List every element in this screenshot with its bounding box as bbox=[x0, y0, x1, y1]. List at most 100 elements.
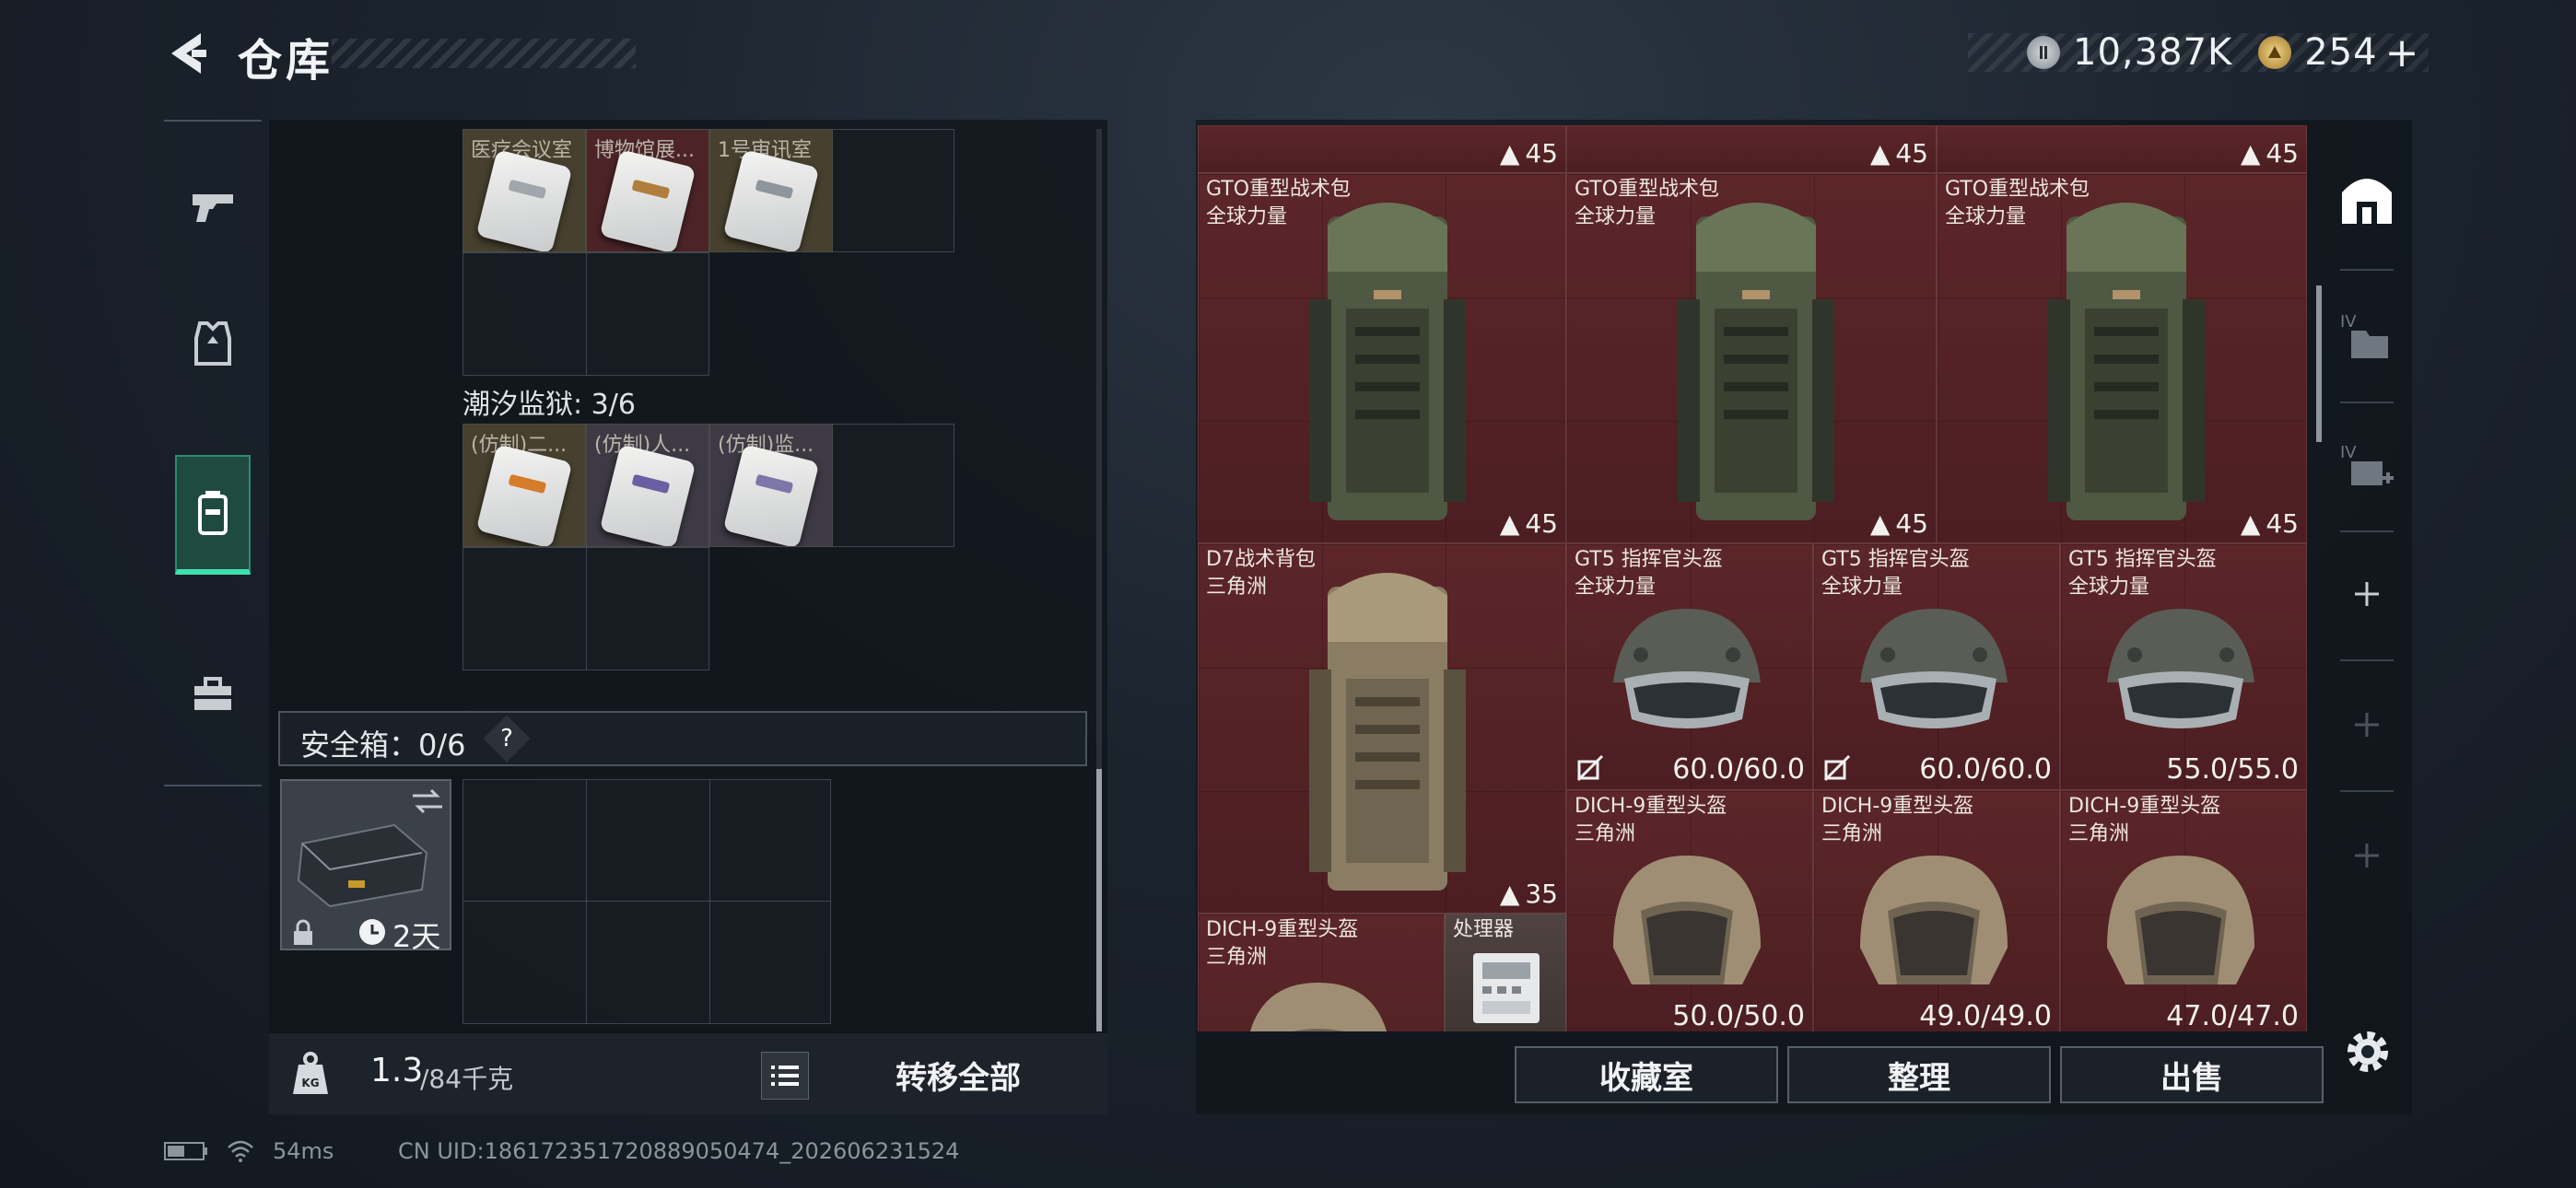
helmet-item[interactable]: DICH-9重型头盔 三角洲 bbox=[1198, 914, 1445, 1031]
backpack-item[interactable]: GTO重型战术包 全球力量 ▲ 45 bbox=[1937, 173, 2307, 543]
transfer-all-button[interactable]: 转移全部 bbox=[829, 1046, 1087, 1103]
count-icon: ▲ bbox=[2240, 508, 2261, 539]
category-sidebar bbox=[164, 120, 262, 786]
weight-kg-icon: KG bbox=[293, 1052, 328, 1094]
count-icon: ▲ bbox=[1499, 508, 1520, 539]
back-button[interactable] bbox=[164, 28, 210, 79]
keycard-icon bbox=[722, 149, 820, 251]
nav-armor[interactable] bbox=[175, 284, 251, 403]
helmet-item[interactable]: GT5 指挥官头盔 全球力量 60.0/60.0 bbox=[1813, 543, 2060, 790]
keycard-icon bbox=[475, 149, 573, 251]
tab-stash-2[interactable]: IV bbox=[2322, 276, 2412, 396]
grid-divider bbox=[463, 901, 831, 902]
weight-max: /84千克 bbox=[420, 1064, 514, 1094]
expand-iv-icon: IV bbox=[2340, 443, 2394, 485]
currency-bar: 10,387K 254 + bbox=[1968, 29, 2429, 76]
pistol-icon bbox=[193, 194, 233, 222]
keycard-icon bbox=[722, 444, 820, 546]
helmet-item[interactable]: DICH-9重型头盔 三角洲 47.0/47.0 bbox=[2060, 790, 2307, 1031]
d7-backpack-icon bbox=[1309, 573, 1466, 891]
backpack-item[interactable]: D7战术背包 三角洲 ▲ 35 bbox=[1198, 543, 1566, 914]
settings-button[interactable] bbox=[2340, 1024, 2395, 1079]
left-scrollbar-thumb[interactable] bbox=[1096, 769, 1102, 1031]
grid-divider bbox=[586, 779, 587, 1024]
back-arrow-icon bbox=[171, 33, 206, 74]
uid-label: CN UID:18617235172088905047​4_2026062315… bbox=[398, 1138, 960, 1164]
grid-divider bbox=[709, 779, 710, 1024]
swap-icon[interactable] bbox=[409, 786, 446, 816]
tab-add-stash[interactable] bbox=[2322, 796, 2412, 915]
list-view-button[interactable] bbox=[761, 1052, 809, 1100]
plus-icon bbox=[2355, 582, 2379, 606]
keycard-icon bbox=[599, 149, 697, 251]
collection-room-button[interactable]: 收藏室 bbox=[1515, 1046, 1778, 1103]
helmet-item[interactable]: GT5 指挥官头盔 全球力量 60.0/60.0 bbox=[1566, 543, 1813, 790]
helmet-item[interactable]: DICH-9重型头盔 三角洲 49.0/49.0 bbox=[1813, 790, 2060, 1031]
count-icon: ▲ bbox=[2240, 138, 2261, 169]
replica-keycard-item[interactable]: (仿制)监... bbox=[709, 424, 833, 547]
gt5-helmet-icon bbox=[1860, 609, 2008, 728]
stash-tabs-scrollbar[interactable] bbox=[2316, 285, 2322, 442]
tab-add-stash[interactable] bbox=[2322, 534, 2412, 654]
nav-backpack[interactable] bbox=[175, 455, 251, 575]
stash-home-icon bbox=[2342, 179, 2392, 224]
status-bar: 54ms bbox=[164, 1138, 334, 1164]
gold-coin-icon bbox=[2258, 36, 2292, 69]
stash-item[interactable]: ▲ 45 bbox=[1566, 125, 1937, 173]
silver-coin-icon bbox=[2027, 36, 2060, 69]
count-icon: ▲ bbox=[1869, 508, 1891, 539]
processor-item[interactable]: 处理器 bbox=[1445, 914, 1566, 1031]
count-icon: ▲ bbox=[1869, 138, 1891, 169]
gto-backpack-icon bbox=[1678, 203, 1834, 520]
keycard-icon bbox=[475, 444, 573, 546]
organize-button[interactable]: 整理 bbox=[1787, 1046, 2051, 1103]
silver-balance: 10,387K bbox=[2073, 31, 2233, 74]
backpack-item[interactable]: GTO重型战术包 全球力量 ▲ 45 bbox=[1566, 173, 1937, 543]
backpack-item[interactable]: GTO重型战术包 全球力量 ▲ 45 bbox=[1198, 173, 1566, 543]
title-decoration bbox=[332, 39, 636, 68]
processor-icon bbox=[1473, 953, 1540, 1023]
gt5-helmet-icon bbox=[1613, 609, 1761, 728]
helmet-item[interactable]: DICH-9重型头盔 三角洲 50.0/50.0 bbox=[1566, 790, 1813, 1031]
count-icon: ▲ bbox=[1499, 879, 1520, 909]
replica-keycard-item[interactable]: (仿制)人... bbox=[586, 424, 709, 547]
lock-icon bbox=[294, 919, 312, 945]
keycard-item[interactable]: 医疗会议室 bbox=[463, 129, 586, 252]
stash-item[interactable]: ▲ 45 bbox=[1198, 125, 1566, 173]
safe-box-label: 安全箱：0/6 bbox=[300, 728, 466, 763]
safe-box-help-button[interactable]: ? bbox=[483, 715, 531, 763]
gold-balance: 254 bbox=[2304, 31, 2378, 74]
safe-case-icon bbox=[297, 823, 428, 908]
weight-current: 1.3 bbox=[370, 1052, 424, 1089]
dich-helmet-icon bbox=[2107, 856, 2254, 984]
replica-keycard-item[interactable]: (仿制)二... bbox=[463, 424, 586, 547]
stash-grid: ▲ 45 ▲ 45 ▲ 45 GTO重型战术包 全球力量 ▲ 45 GTO重型战术包 全… bbox=[1198, 125, 2307, 1031]
unrepairable-icon bbox=[1576, 754, 1604, 782]
nav-tools[interactable] bbox=[175, 634, 251, 753]
dich-helmet-icon bbox=[1613, 856, 1761, 984]
tab-main-stash[interactable] bbox=[2322, 138, 2412, 258]
toolbox-icon bbox=[194, 677, 231, 710]
nav-weapons[interactable] bbox=[175, 147, 251, 267]
gt5-helmet-icon bbox=[2107, 609, 2254, 728]
stash-tabs: IV IV bbox=[2322, 129, 2412, 1050]
tab-add-stash[interactable] bbox=[2322, 665, 2412, 785]
keycard-item[interactable]: 博物馆展... bbox=[586, 129, 709, 252]
dich-helmet-icon bbox=[1250, 983, 1387, 1031]
backpack-icon bbox=[198, 491, 228, 535]
dich-helmet-icon bbox=[1860, 856, 2008, 984]
clock-icon bbox=[359, 919, 385, 945]
safe-box-header: 安全箱：0/6 ? bbox=[278, 711, 1087, 766]
add-gold-button[interactable]: + bbox=[2385, 29, 2419, 76]
safe-box-grid bbox=[463, 779, 831, 1024]
stash-item[interactable]: ▲ 45 bbox=[1937, 125, 2307, 173]
count-icon: ▲ bbox=[1499, 138, 1520, 169]
ping-value: 54ms bbox=[273, 1138, 334, 1164]
tab-stash-3[interactable]: IV bbox=[2322, 407, 2412, 527]
sell-button[interactable]: 出售 bbox=[2060, 1046, 2324, 1103]
helmet-item[interactable]: GT5 指挥官头盔 全球力量 55.0/55.0 bbox=[2060, 543, 2307, 790]
prison-container-label: 潮汐监狱: 3/6 bbox=[463, 389, 636, 421]
battery-icon bbox=[164, 1142, 207, 1160]
keycard-item[interactable]: 1号审讯室 bbox=[709, 129, 833, 252]
safe-box-item[interactable]: 2天 bbox=[280, 779, 451, 954]
